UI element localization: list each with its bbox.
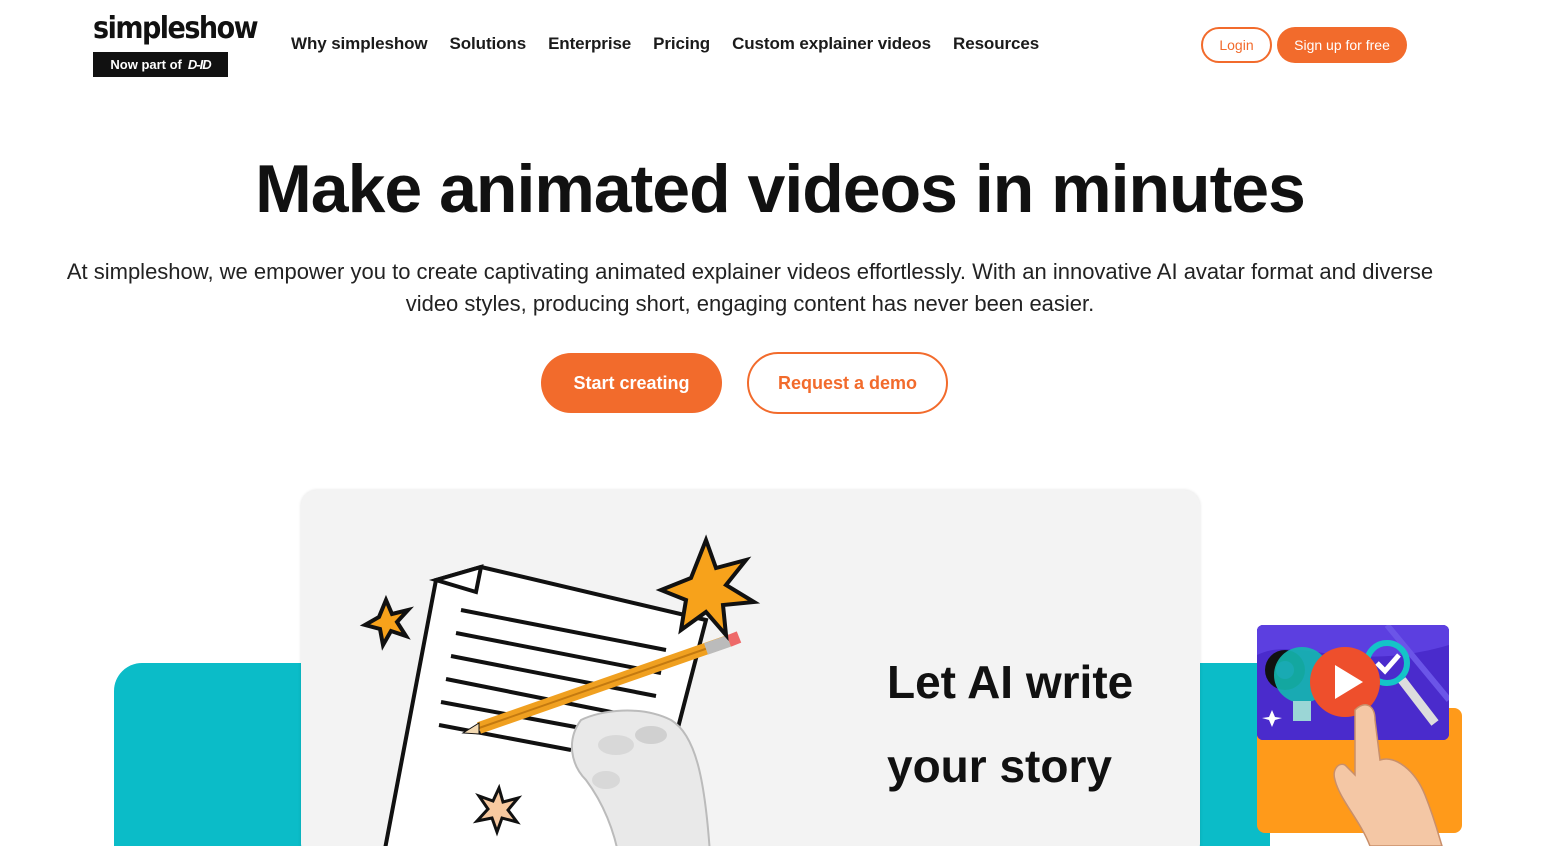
request-demo-button[interactable]: Request a demo [747, 352, 948, 414]
did-logo: D-ID [187, 57, 212, 72]
ai-writing-illustration [359, 534, 761, 846]
hero-title: Make animated videos in minutes [255, 151, 1306, 227]
nav-resources[interactable]: Resources [953, 34, 1039, 54]
main-nav: Why simpleshow Solutions Enterprise Pric… [291, 34, 1061, 54]
signup-button[interactable]: Sign up for free [1277, 27, 1407, 63]
card-line-2: your story [887, 740, 1112, 792]
hand-holding-card [1333, 704, 1443, 846]
feature-card: Let AI write your story [301, 490, 1200, 846]
nav-pricing[interactable]: Pricing [653, 34, 710, 54]
card-headline: Let AI write your story [887, 640, 1187, 808]
logo-badge: Now part of D-ID [93, 52, 228, 77]
site-header: simpleshow Now part of D-ID Why simplesh… [0, 0, 1560, 90]
logo-wordmark: simpleshow [93, 11, 259, 46]
nav-solutions[interactable]: Solutions [450, 34, 527, 54]
login-button[interactable]: Login [1201, 27, 1272, 63]
star-icon [359, 594, 414, 651]
badge-prefix: Now part of [110, 57, 182, 72]
simpleshow-logo[interactable]: simpleshow Now part of D-ID [93, 11, 259, 77]
start-creating-button[interactable]: Start creating [541, 353, 722, 413]
card-line-1: Let AI write [887, 656, 1134, 708]
nav-why-simpleshow[interactable]: Why simpleshow [291, 34, 428, 54]
nav-enterprise[interactable]: Enterprise [548, 34, 631, 54]
decorative-teal-panel-left [114, 663, 314, 846]
hero-subtitle: At simpleshow, we empower you to create … [66, 259, 1434, 316]
nav-custom-explainer-videos[interactable]: Custom explainer videos [732, 34, 931, 54]
